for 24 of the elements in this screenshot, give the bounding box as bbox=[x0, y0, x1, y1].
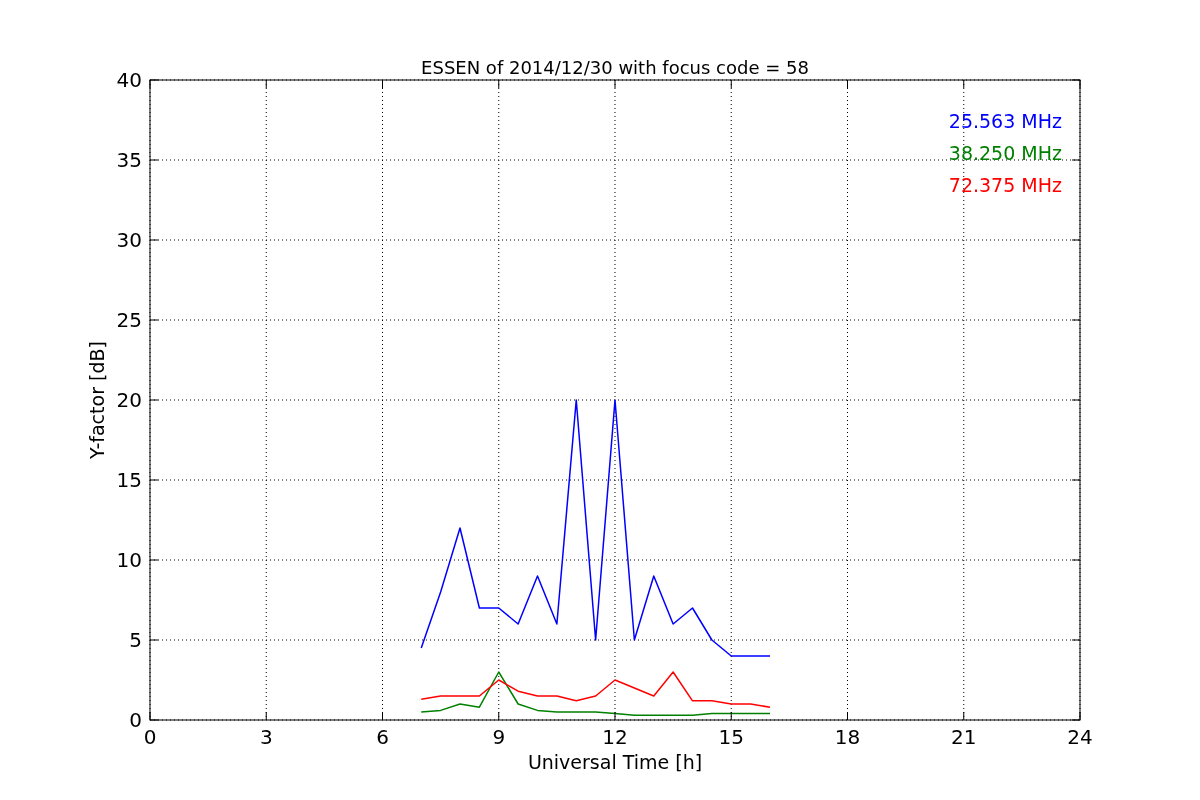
y-tick-label: 35 bbox=[116, 148, 142, 172]
x-axis-label: Universal Time [h] bbox=[527, 751, 703, 773]
legend-label: 72.375 MHz bbox=[948, 174, 1062, 196]
legend-label: 25.563 MHz bbox=[948, 110, 1062, 132]
y-tick-label: 0 bbox=[129, 708, 142, 732]
x-tick-label: 24 bbox=[1067, 725, 1093, 749]
y-tick-label: 10 bbox=[116, 548, 142, 572]
y-tick-label: 30 bbox=[116, 228, 142, 252]
y-tick-label: 15 bbox=[116, 468, 142, 492]
x-tick-label: 21 bbox=[951, 725, 977, 749]
x-tick-label: 12 bbox=[602, 725, 628, 749]
y-tick-label: 40 bbox=[116, 68, 142, 92]
y-tick-label: 5 bbox=[129, 628, 142, 652]
y-tick-label: 25 bbox=[116, 308, 142, 332]
x-tick-label: 9 bbox=[492, 725, 506, 749]
x-tick-label: 0 bbox=[143, 725, 157, 749]
y-tick-label: 20 bbox=[116, 388, 142, 412]
x-tick-label: 3 bbox=[259, 725, 273, 749]
x-tick-label: 18 bbox=[834, 725, 861, 749]
x-tick-label: 6 bbox=[376, 725, 389, 749]
chart-title: ESSEN of 2014/12/30 with focus code = 58 bbox=[421, 57, 809, 78]
x-tick-label: 15 bbox=[718, 725, 744, 749]
y-axis-label: Y-factor [dB] bbox=[86, 341, 108, 459]
legend-label: 38.250 MHz bbox=[948, 142, 1062, 164]
